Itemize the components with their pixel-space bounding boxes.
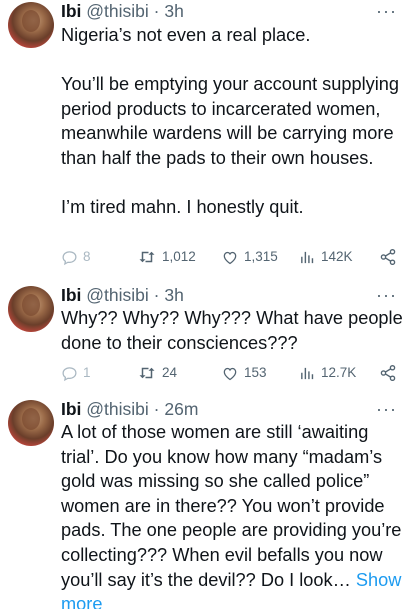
tweet-paragraph: Nigeria’s not even a real place. [61,25,311,45]
separator: · [148,285,165,305]
tweet-text: A lot of those women are still ‘awaiting… [61,420,406,609]
avatar[interactable] [8,400,54,446]
reply-count: 8 [83,249,91,264]
retweet-count: 24 [162,365,178,380]
action-bar: 1 24 153 12.7K [61,363,397,383]
view-count: 12.7K [321,365,357,380]
share-button[interactable] [379,363,397,383]
share-icon [380,364,396,382]
reply-icon [62,366,77,381]
separator: · [148,399,165,419]
timestamp[interactable]: 3h [164,1,183,21]
like-count: 153 [244,365,267,380]
like-icon [223,251,237,264]
views-icon [301,251,314,263]
display-name[interactable]: Ibi [61,399,81,419]
tweet-text: Nigeria’s not even a real place. You’ll … [61,23,406,220]
tweet-thread: Ibi @thisibi · 3h ··· Nigeria’s not even… [0,0,411,609]
like-button[interactable]: 153 [221,363,267,383]
handle[interactable]: @thisibi [86,1,149,21]
retweet-icon [139,251,155,263]
handle[interactable]: @thisibi [86,285,149,305]
display-name[interactable]: Ibi [61,285,81,305]
reply-count: 1 [83,365,91,380]
tweet-header: Ibi @thisibi · 3h [61,0,184,22]
avatar[interactable] [8,286,54,332]
views-button[interactable]: 12.7K [299,363,356,383]
more-icon[interactable]: ··· [376,286,397,304]
reply-icon [62,250,77,265]
retweet-icon [139,367,155,379]
tweet-paragraph: You’ll be emptying your account supplyin… [61,74,400,168]
action-bar: 8 1,012 1,315 142K [61,247,397,267]
like-button[interactable]: 1,315 [221,247,278,267]
tweet-text: Why?? Why?? Why??? What have people done… [61,306,406,355]
view-count: 142K [321,249,353,264]
tweet-paragraph: A lot of those women are still ‘awaiting… [61,420,406,609]
timestamp[interactable]: 3h [164,285,183,305]
like-icon [223,367,237,380]
timestamp[interactable]: 26m [164,399,198,419]
tweet-header: Ibi @thisibi · 3h [61,284,184,306]
reply-button[interactable]: 1 [61,363,91,383]
tweet-paragraph-text: A lot of those women are still ‘awaiting… [61,422,402,590]
tweet-paragraph: Why?? Why?? Why??? What have people done… [61,308,403,353]
views-button[interactable]: 142K [299,247,353,267]
retweet-count: 1,012 [162,249,196,264]
tweet-header: Ibi @thisibi · 26m [61,398,198,420]
share-button[interactable] [379,247,397,267]
like-count: 1,315 [244,249,278,264]
more-icon[interactable]: ··· [376,2,397,20]
views-icon [301,367,314,379]
retweet-button[interactable]: 1,012 [137,247,196,267]
share-icon [380,248,396,266]
reply-button[interactable]: 8 [61,247,91,267]
separator: · [148,1,165,21]
tweet-paragraph: I’m tired mahn. I honestly quit. [61,197,304,218]
avatar[interactable] [8,2,54,48]
display-name[interactable]: Ibi [61,1,81,21]
handle[interactable]: @thisibi [86,399,149,419]
retweet-button[interactable]: 24 [137,363,177,383]
more-icon[interactable]: ··· [376,400,397,418]
